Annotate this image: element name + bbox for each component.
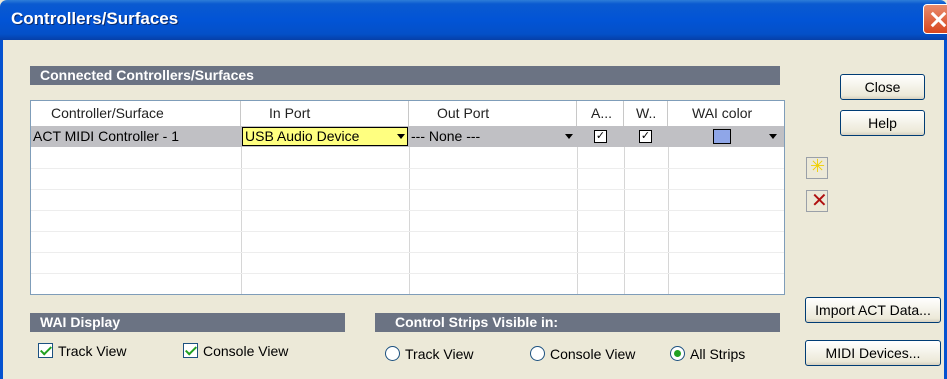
add-controller-button[interactable]: ✳: [806, 156, 828, 179]
col-header-controller[interactable]: Controller/Surface: [31, 101, 241, 126]
connected-controllers-header: Connected Controllers/Surfaces: [30, 66, 780, 85]
console-view-label[interactable]: Console View: [203, 343, 288, 359]
grid-row-line: [31, 210, 784, 211]
col-header-in-port[interactable]: In Port: [241, 101, 409, 126]
col-header-wai-color[interactable]: WAI color: [668, 101, 785, 126]
control-strips-header: Control Strips Visible in:: [375, 313, 780, 332]
strips-track-view-label[interactable]: Track View: [405, 346, 473, 362]
grid-row-line: [31, 273, 784, 274]
close-button[interactable]: Close: [840, 74, 925, 100]
delete-controller-button[interactable]: ✕: [806, 190, 828, 212]
table-row[interactable]: ACT MIDI Controller - 1 USB Audio Device…: [31, 126, 784, 147]
strips-console-view-label[interactable]: Console View: [550, 346, 635, 362]
w-checkbox[interactable]: ✓: [639, 130, 652, 143]
strips-all-strips-radio[interactable]: [670, 346, 685, 361]
window-title: Controllers/Surfaces: [11, 9, 179, 28]
wai-color-swatch[interactable]: [713, 129, 731, 144]
in-port-dropdown[interactable]: USB Audio Device: [242, 127, 408, 146]
title-bar: Controllers/Surfaces: [0, 0, 947, 40]
grid-header: Controller/Surface In Port Out Port A...…: [31, 101, 784, 126]
strips-all-strips-label[interactable]: All Strips: [690, 346, 745, 362]
grid-row-line: [31, 168, 784, 169]
track-view-label[interactable]: Track View: [58, 343, 126, 359]
grid-row-line: [31, 189, 784, 190]
strips-console-view-radio[interactable]: [530, 346, 545, 361]
chevron-down-icon[interactable]: [769, 134, 777, 139]
col-header-w[interactable]: W..: [624, 101, 668, 126]
delete-x-icon: ✕: [811, 190, 828, 212]
track-view-checkbox[interactable]: [38, 343, 53, 358]
close-window-icon[interactable]: [923, 4, 947, 34]
wai-display-header: WAI Display: [30, 313, 345, 332]
chevron-down-icon[interactable]: [397, 134, 405, 139]
grid-row-line: [31, 252, 784, 253]
col-header-a[interactable]: A...: [577, 101, 624, 126]
grid-row-line: [31, 231, 784, 232]
window-border-left: [0, 40, 3, 379]
add-star-icon: ✳: [810, 156, 826, 176]
import-act-data-button[interactable]: Import ACT Data...: [805, 297, 941, 323]
console-view-checkbox[interactable]: [183, 343, 198, 358]
help-button[interactable]: Help: [840, 110, 925, 136]
col-header-out-port[interactable]: Out Port: [409, 101, 577, 126]
in-port-value: USB Audio Device: [245, 128, 360, 144]
strips-track-view-radio[interactable]: [385, 346, 400, 361]
a-checkbox[interactable]: ✓: [594, 130, 607, 143]
midi-devices-button[interactable]: MIDI Devices...: [805, 340, 941, 366]
cell-controller: ACT MIDI Controller - 1: [33, 128, 179, 144]
controllers-grid[interactable]: Controller/Surface In Port Out Port A...…: [30, 100, 785, 295]
chevron-down-icon[interactable]: [565, 134, 573, 139]
out-port-dropdown[interactable]: --- None ---: [411, 126, 575, 147]
out-port-value: --- None ---: [411, 128, 481, 144]
